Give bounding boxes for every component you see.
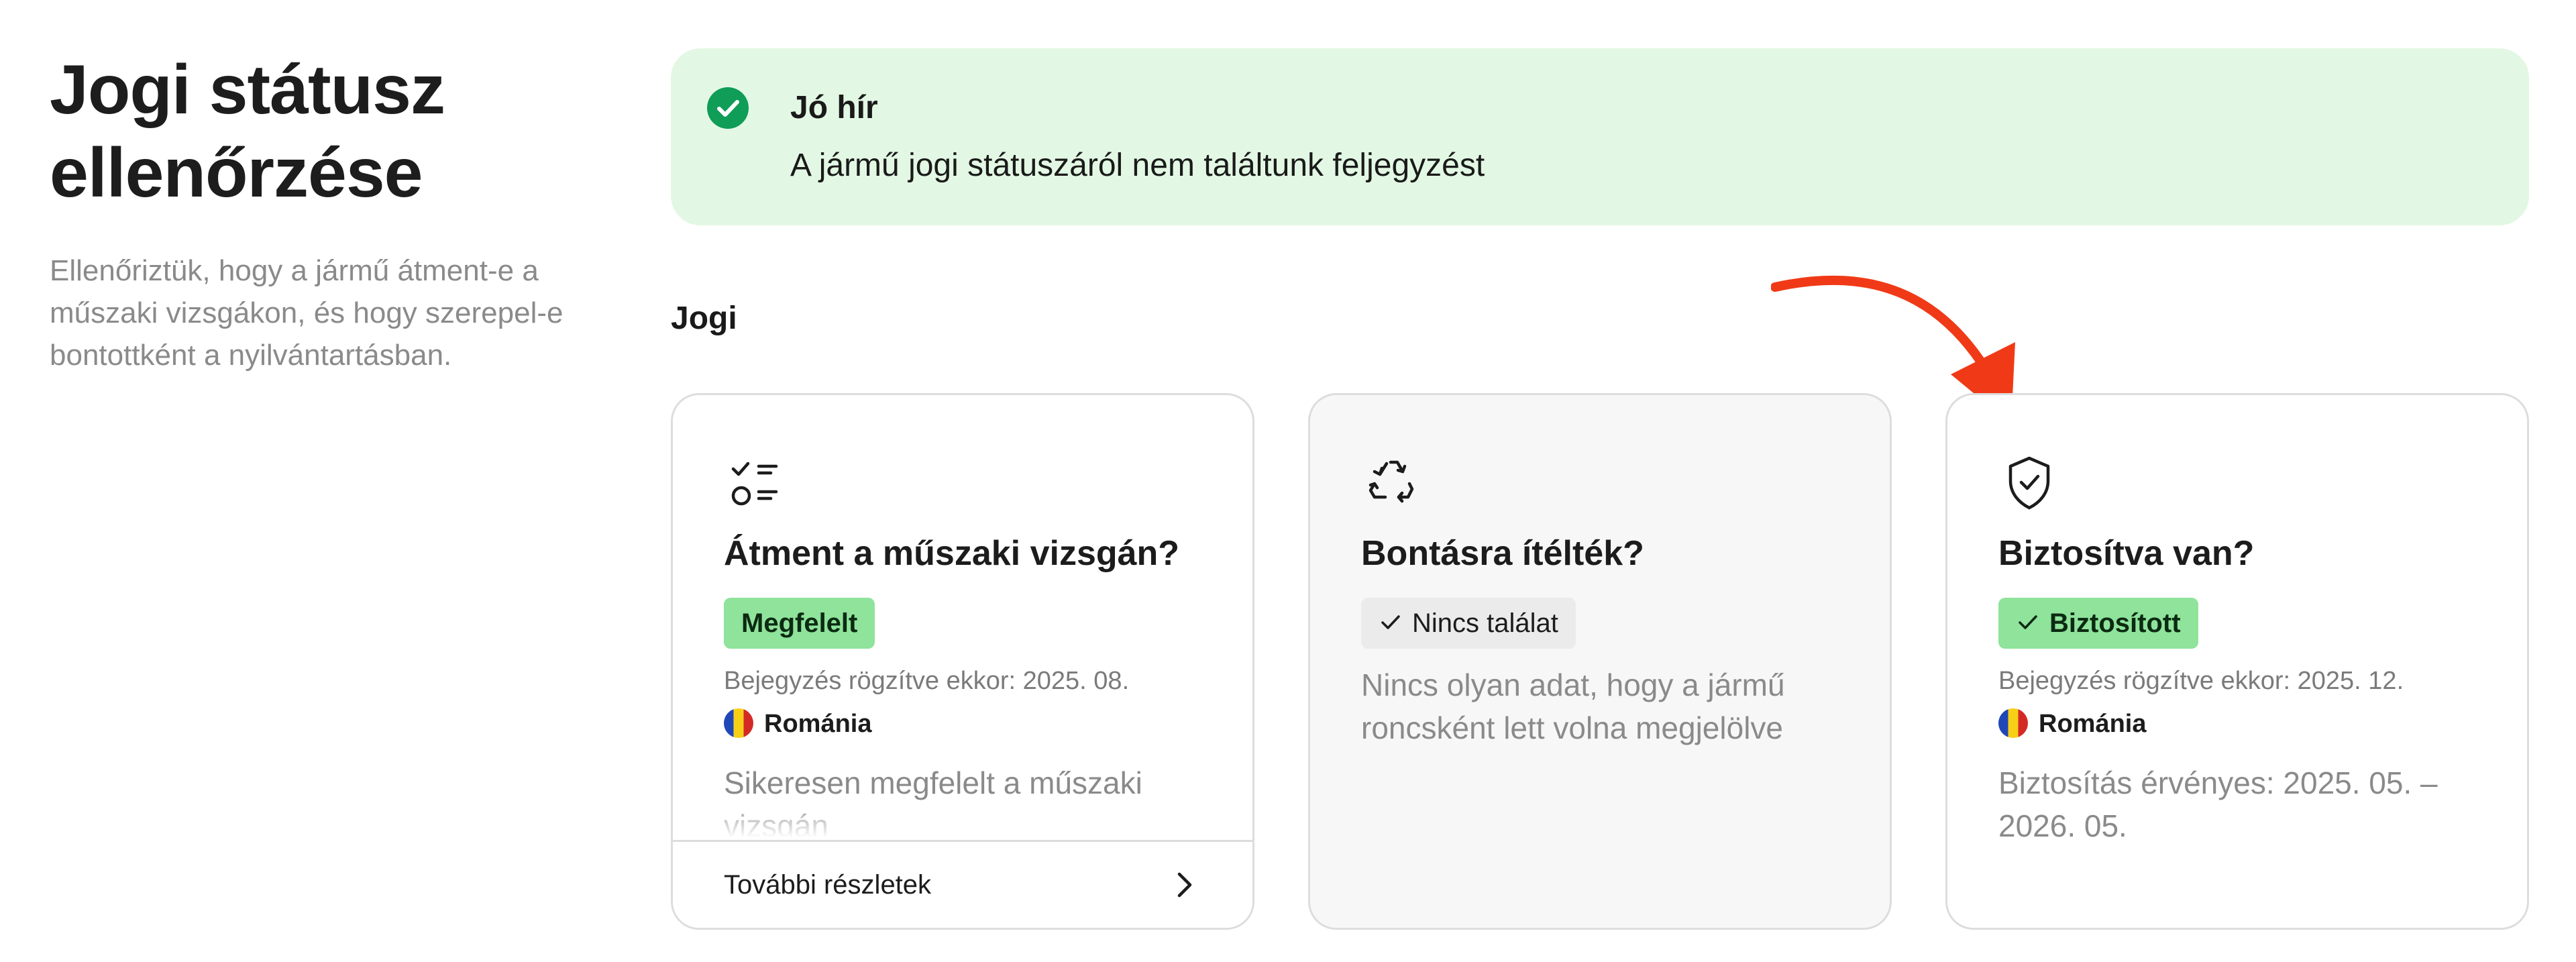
scrapped-result-text: Nincs olyan adat, hogy a jármű roncsként… — [1361, 667, 1785, 745]
insurance-validity-text: Biztosítás érvényes: 2025. 05. – 2026. 0… — [1998, 765, 2438, 843]
record-date: Bejegyzés rögzítve ekkor: 2025. 12. — [1998, 667, 2404, 695]
more-details-label[interactable]: További részletek — [724, 867, 931, 902]
romania-flag-icon — [1998, 708, 2028, 738]
scrapped-title: Bontásra ítélték? — [1361, 534, 1644, 573]
chevron-right-icon[interactable] — [1168, 869, 1200, 901]
status-badge-label: Nincs találat — [1412, 608, 1558, 638]
good-news-banner: Jó hír A jármű jogi státuszáról nem talá… — [671, 48, 2529, 225]
status-badge: Nincs találat — [1361, 598, 1576, 649]
country-name: Románia — [2039, 710, 2147, 738]
page-description: Ellenőriztük, hogy a jármű átment-e a mű… — [50, 254, 564, 372]
recycle-icon — [1368, 460, 1414, 503]
country-label: Románia — [1998, 706, 2146, 741]
page-title: Jogi státusz ellenőrzése — [50, 51, 445, 212]
shield-check-icon — [2008, 456, 2050, 510]
check-circle-icon — [707, 87, 749, 129]
banner-text: A jármű jogi státuszáról nem találtunk f… — [790, 148, 1485, 183]
status-badge-label: Biztosított — [2049, 608, 2181, 638]
checklist-icon — [731, 462, 778, 506]
check-icon — [1381, 615, 1400, 630]
section-title: Jogi — [671, 301, 737, 336]
insurance-card: Biztosítva van? Biztosított Bejegyzés rö… — [1945, 393, 2529, 930]
status-badge: Megfelelt — [724, 598, 875, 649]
country-name: Románia — [764, 710, 872, 738]
inspection-card: Átment a műszaki vizsgán? Megfelelt Beje… — [671, 393, 1254, 930]
check-icon — [2019, 615, 2037, 630]
inspection-title: Átment a műszaki vizsgán? — [724, 534, 1180, 573]
more-details-link[interactable]: További részletek — [673, 840, 1252, 928]
insurance-title: Biztosítva van? — [1998, 534, 2255, 573]
romania-flag-icon — [724, 708, 753, 738]
record-date: Bejegyzés rögzítve ekkor: 2025. 08. — [724, 667, 1130, 695]
inspection-result-text: Sikeresen megfelelt a műszaki vizsgán — [724, 761, 1207, 838]
banner-title: Jó hír — [790, 90, 878, 125]
scrapped-card: Bontásra ítélték? Nincs találat Nincs ol… — [1308, 393, 1892, 930]
status-badge: Biztosított — [1998, 598, 2198, 649]
country-label: Románia — [724, 706, 871, 741]
